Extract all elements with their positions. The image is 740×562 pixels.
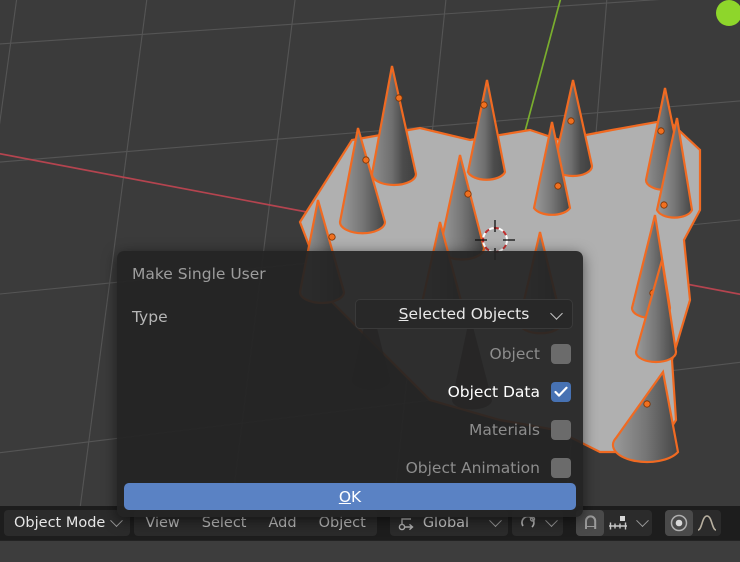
checkbox-label-object-data: Object Data	[447, 383, 540, 401]
checkbox-row-materials[interactable]: Materials	[131, 415, 571, 445]
type-dropdown-value: Selected Objects	[398, 305, 530, 323]
check-icon	[554, 386, 568, 397]
checkbox-object-data[interactable]	[551, 382, 571, 402]
object-origin	[567, 117, 575, 125]
ok-button-label: OK	[338, 487, 362, 506]
object-origin	[328, 233, 336, 241]
magnet-icon	[584, 514, 596, 529]
object-origin	[660, 201, 668, 209]
snap-controls	[576, 510, 653, 536]
dialog-title: Make Single User	[132, 265, 266, 283]
make-single-user-dialog: Make Single User Type Selected Objects O…	[117, 251, 583, 517]
checkbox-row-object[interactable]: Object	[131, 339, 571, 369]
snap-to-selector[interactable]	[604, 510, 632, 536]
checkbox-row-object-animation[interactable]: Object Animation	[131, 453, 571, 483]
mode-selector-label: Object Mode	[14, 515, 106, 531]
mode-selector[interactable]: Object Mode	[4, 510, 131, 536]
checkbox-materials[interactable]	[551, 420, 571, 440]
type-label: Type	[132, 307, 168, 326]
lower-editor-region	[0, 540, 740, 562]
proportional-edit-icon	[670, 514, 688, 532]
chevron-down-icon	[550, 307, 563, 320]
proportional-falloff-selector[interactable]	[693, 510, 721, 536]
nav-gizmo-y-axis[interactable]	[716, 0, 740, 26]
object-origin	[554, 182, 562, 190]
checkbox-label-object-animation: Object Animation	[405, 459, 540, 477]
orientation-icon	[398, 517, 414, 530]
proportional-editing-controls	[665, 510, 722, 536]
checkbox-row-object-data[interactable]: Object Data	[131, 377, 571, 407]
falloff-curve-icon	[697, 515, 717, 531]
blender-window: Object Mode View Select Add Object Globa…	[0, 0, 740, 562]
object-origin	[657, 127, 665, 135]
object-origin	[464, 190, 472, 198]
snap-dropdown[interactable]	[632, 510, 652, 536]
proportional-editing-toggle[interactable]	[665, 510, 694, 536]
object-origin	[362, 156, 370, 164]
checkbox-object-animation[interactable]	[551, 458, 571, 478]
object-origin	[480, 101, 488, 109]
ok-button[interactable]: OK	[124, 483, 576, 510]
checkbox-object[interactable]	[551, 344, 571, 364]
transform-orientation-label: Global	[422, 515, 470, 531]
object-origin	[643, 400, 651, 408]
checkbox-label-materials: Materials	[468, 421, 540, 439]
type-dropdown[interactable]: Selected Objects	[355, 299, 573, 329]
object-origin	[395, 94, 403, 102]
checkbox-label-object: Object	[489, 345, 540, 363]
chevron-down-icon	[635, 513, 649, 527]
snap-increment-icon	[609, 515, 628, 529]
